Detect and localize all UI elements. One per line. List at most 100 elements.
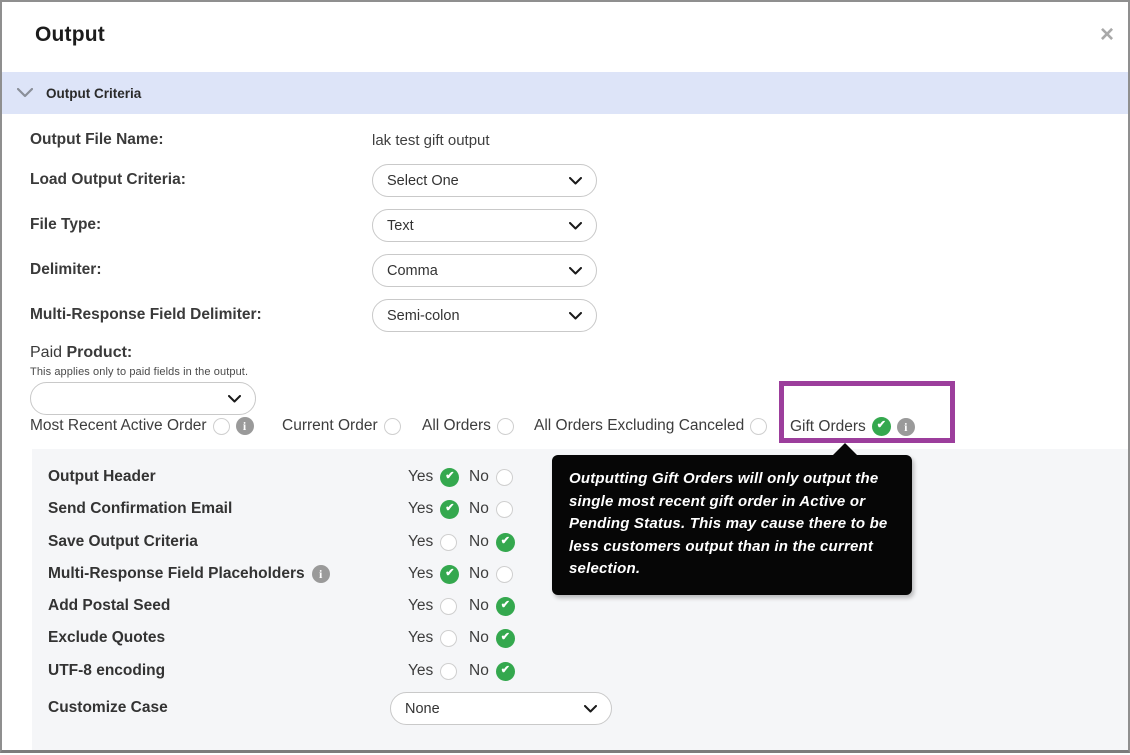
info-icon[interactable]: i [896,417,915,436]
multi-response-delimiter-selected-value: Semi-colon [387,307,460,324]
no-option[interactable]: No [469,565,513,583]
file-type-label: File Type: [30,216,102,233]
radio-no[interactable] [495,596,515,616]
toggle-label: Add Postal Seed [48,597,171,614]
radio-yes[interactable] [440,662,458,680]
option-label: All Orders Excluding Canceled [534,417,745,434]
no-option[interactable]: No [469,661,515,681]
multi-response-delimiter-label: Multi-Response Field Delimiter: [30,306,262,323]
option-all-orders[interactable]: All Orders [422,417,514,435]
no-option[interactable]: No [469,628,515,648]
radio-no[interactable] [495,661,515,681]
option-all-orders-excluding-canceled[interactable]: All Orders Excluding Canceled [534,417,768,435]
toggle-label: Save Output Criteria [48,533,198,550]
info-icon[interactable]: i [235,417,254,435]
no-option[interactable]: No [469,532,515,552]
customize-case-select[interactable]: None [390,692,612,725]
output-file-name-label: Output File Name: [30,131,164,148]
dialog-header: Output × [2,2,1128,72]
no-label: No [469,565,489,582]
yes-label: Yes [408,533,434,550]
yes-label: Yes [408,500,434,517]
option-label: Most Recent Active Order [30,417,207,434]
radio-no[interactable] [495,468,513,486]
load-output-criteria-select[interactable]: Select One [372,164,597,197]
dialog-content: Output File Name: lak test gift output L… [2,114,1128,750]
no-label: No [469,500,489,517]
section-header-output-criteria[interactable]: Output Criteria [2,72,1128,114]
no-option[interactable]: No [469,596,515,616]
yes-option[interactable]: Yes [408,499,460,519]
yes-option[interactable]: Yes [408,533,458,551]
radio-most-recent-active-order[interactable] [212,417,230,435]
multi-response-delimiter-select[interactable]: Semi-colon [372,299,597,332]
no-label: No [469,533,489,550]
no-label: No [469,662,489,679]
option-most-recent-active-order[interactable]: Most Recent Active Order i [30,417,254,435]
radio-no[interactable] [495,565,513,583]
file-type-select[interactable]: Text [372,209,597,242]
radio-gift-orders[interactable] [871,417,891,436]
option-current-order[interactable]: Current Order [282,417,401,435]
option-gift-orders[interactable]: Gift Orders i [790,417,915,436]
radio-no[interactable] [495,532,515,552]
load-output-criteria-label: Load Output Criteria: [30,171,186,188]
yes-option[interactable]: Yes [408,662,458,680]
radio-yes[interactable] [440,597,458,615]
customize-case-selected-value: None [405,700,440,717]
paid-product-label-bold: Product: [66,344,133,361]
gift-orders-tooltip: Outputting Gift Orders will only output … [552,443,912,595]
no-option[interactable]: No [469,500,513,518]
no-label: No [469,597,489,614]
section-title: Output Criteria [46,85,142,101]
customize-case-label: Customize Case [48,699,168,716]
info-icon[interactable]: i [311,565,330,583]
option-label: Current Order [282,417,378,434]
radio-yes[interactable] [440,533,458,551]
radio-yes[interactable] [440,499,460,519]
radio-yes[interactable] [440,467,460,487]
delimiter-selected-value: Comma [387,262,438,279]
yes-label: Yes [408,629,434,646]
page-title: Output [35,23,106,46]
tooltip-text: Outputting Gift Orders will only output … [569,470,888,577]
radio-no[interactable] [495,500,513,518]
delimiter-select[interactable]: Comma [372,254,597,287]
paid-product-label-normal: Paid [30,344,67,361]
yes-option[interactable]: Yes [408,629,458,647]
tooltip-arrow-up [833,443,857,455]
paid-product-select[interactable] [30,382,256,415]
yes-option[interactable]: Yes [408,597,458,615]
no-option[interactable]: No [469,468,513,486]
toggle-label: Exclude Quotes [48,629,166,646]
toggle-label: Send Confirmation Email [48,500,233,517]
yes-option[interactable]: Yes [408,467,460,487]
paid-product-label: Paid Product: [30,344,132,362]
close-icon[interactable]: × [1100,23,1114,47]
chevron-down-icon [584,704,597,712]
yes-label: Yes [408,565,434,582]
no-label: No [469,468,489,485]
chevron-down-icon [228,394,241,402]
file-type-selected-value: Text [387,217,414,234]
toggle-row-add-postal-seed: Add Postal Seed Yes No [48,595,1118,617]
option-label: All Orders [422,417,491,434]
output-file-name-value: lak test gift output [372,132,490,149]
radio-current-order[interactable] [383,417,401,435]
no-label: No [469,629,489,646]
radio-yes[interactable] [440,629,458,647]
yes-label: Yes [408,662,434,679]
chevron-down-icon [569,221,582,229]
yes-label: Yes [408,468,434,485]
radio-no[interactable] [495,628,515,648]
chevron-down-icon [569,266,582,274]
chevron-down-icon [17,88,33,98]
chevron-down-icon [569,311,582,319]
radio-yes[interactable] [440,564,460,584]
yes-option[interactable]: Yes [408,564,460,584]
paid-product-helper-text: This applies only to paid fields in the … [30,366,249,378]
delimiter-label: Delimiter: [30,261,102,278]
radio-all-orders-excluding-canceled[interactable] [750,417,768,435]
output-dialog: Output × Output Criteria Output File Nam… [0,0,1130,753]
radio-all-orders[interactable] [496,417,514,435]
